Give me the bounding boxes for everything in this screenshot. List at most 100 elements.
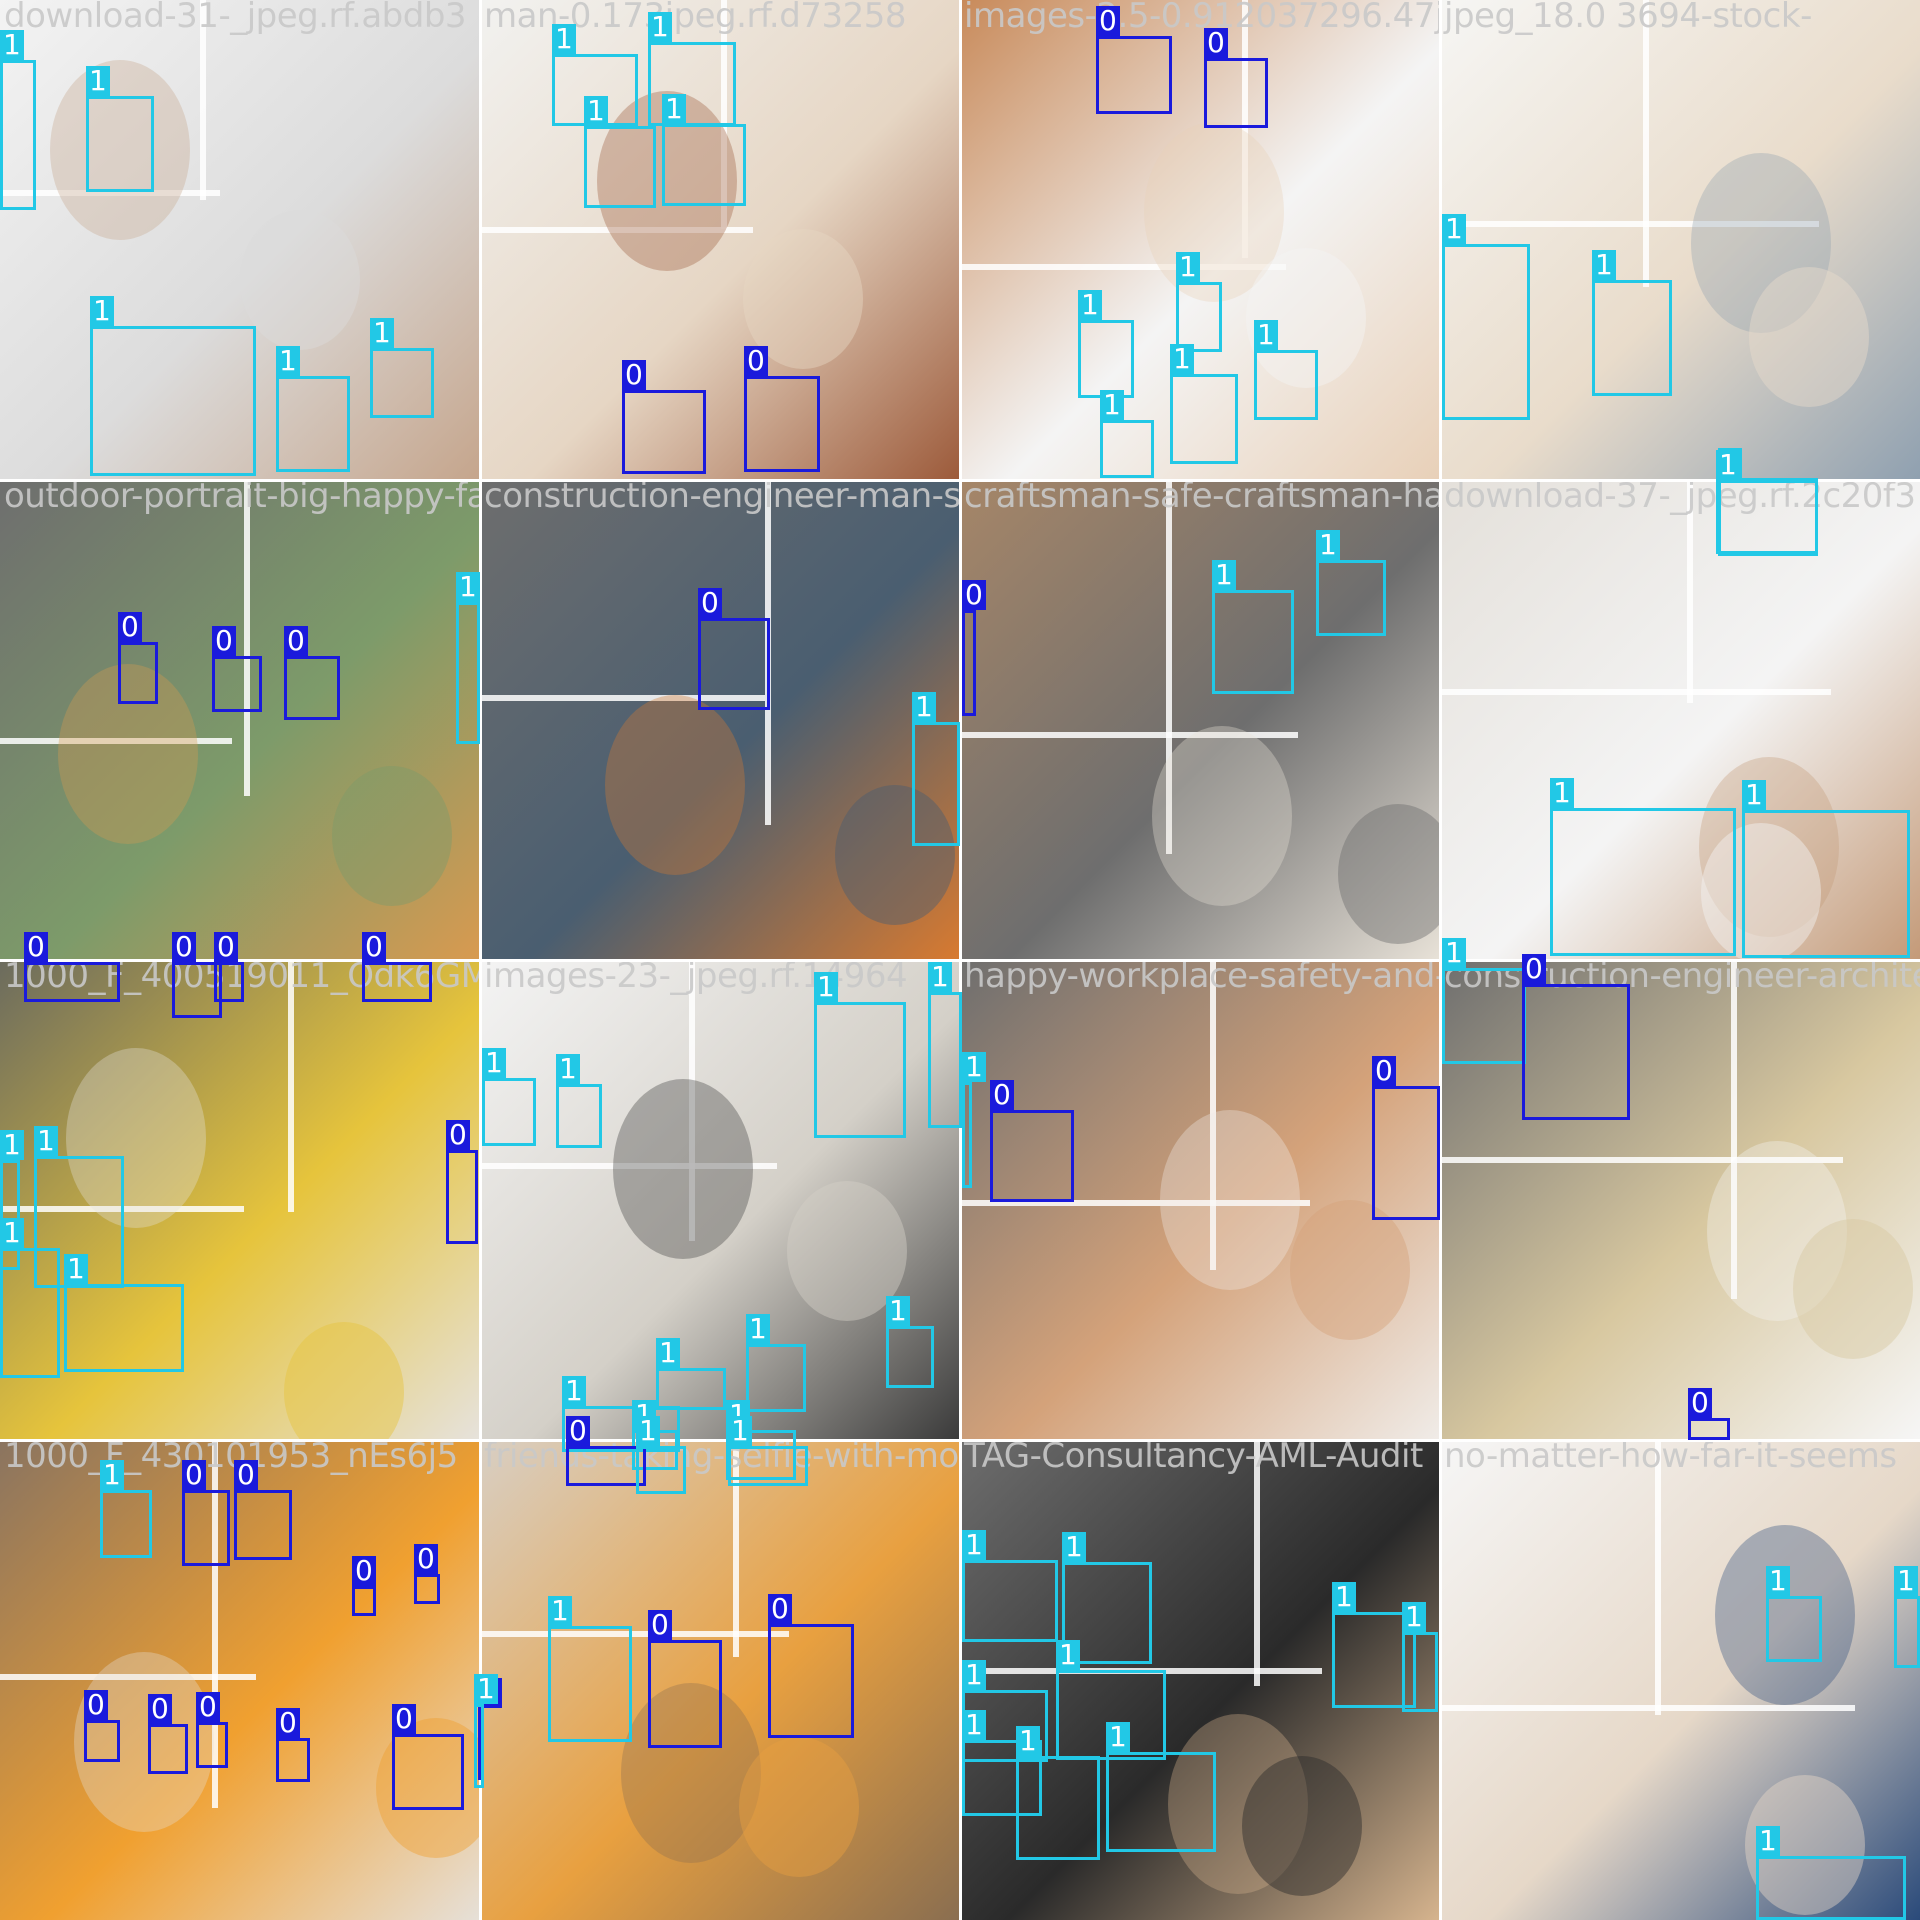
class-label: 0 [118,612,142,642]
class-label: 0 [414,1544,438,1574]
face-bounding-box [456,602,480,744]
class-label: 1 [1894,1566,1918,1596]
face-bounding-box [1894,1596,1920,1668]
face-bounding-box [1550,808,1736,956]
face-bounding-box [0,60,36,210]
face-bounding-box [1016,1756,1100,1860]
class-label: 1 [1442,214,1466,244]
face-bounding-box [1254,350,1318,420]
hardhat-bounding-box [234,1490,292,1560]
hardhat-bounding-box [698,618,770,710]
class-label: 0 [1204,28,1228,58]
face-bounding-box [474,1704,484,1788]
class-label: 0 [84,1690,108,1720]
hardhat-bounding-box [1688,1418,1730,1440]
hardhat-bounding-box [84,1720,120,1762]
face-bounding-box [636,1446,686,1494]
hardhat-bounding-box [362,962,432,1002]
hardhat-bounding-box [392,1734,464,1810]
hardhat-bounding-box [1522,984,1630,1120]
mosaic-tile: no-matter-how-far-it-seems [1440,1440,1920,1920]
class-label: 1 [34,1126,58,1156]
mosaic-tile: outdoor-portrait-big-happy-family-outdoo… [0,480,480,960]
class-label: 1 [90,296,114,326]
face-bounding-box [1742,810,1910,958]
face-bounding-box [584,126,656,208]
class-label: 1 [636,1416,660,1446]
class-label: 0 [446,1120,470,1150]
face-bounding-box [1078,320,1134,398]
class-label: 1 [1742,780,1766,810]
hardhat-bounding-box [148,1724,188,1774]
class-label: 1 [912,692,936,722]
class-label: 0 [392,1704,416,1734]
class-label: 0 [172,932,196,962]
class-label: 0 [276,1708,300,1738]
hardhat-bounding-box [1204,58,1268,128]
class-label: 1 [0,30,24,60]
face-bounding-box [1756,1856,1906,1920]
mosaic-grid: download-31-_jpeg.rf.abdb3 man-0.173jpeg.… [0,0,1920,1920]
face-bounding-box [276,376,350,472]
face-bounding-box [1106,1752,1216,1852]
class-label: 0 [698,588,722,618]
hardhat-bounding-box [962,610,976,716]
class-label: 0 [1372,1056,1396,1086]
face-bounding-box [1766,1596,1822,1662]
face-bounding-box [1592,280,1672,396]
class-label: 1 [728,1416,752,1446]
hardhat-bounding-box [182,1490,230,1566]
class-label: 1 [276,346,300,376]
class-label: 1 [1716,450,1740,480]
hardhat-bounding-box [566,1446,646,1486]
face-bounding-box [1716,480,1818,554]
face-bounding-box [90,326,256,476]
face-bounding-box [0,1248,60,1378]
class-label: 0 [362,932,386,962]
class-label: 0 [214,932,238,962]
class-label: 1 [1170,344,1194,374]
class-label: 1 [1550,778,1574,808]
class-label: 1 [1316,530,1340,560]
class-label: 0 [24,932,48,962]
class-label: 1 [0,1218,24,1248]
class-label: 1 [962,1052,986,1082]
face-bounding-box [1170,374,1238,464]
class-label: 1 [474,1674,498,1704]
class-label: 0 [744,346,768,376]
class-label: 0 [196,1692,220,1722]
face-bounding-box [1442,968,1526,1064]
face-bounding-box [1402,1632,1438,1712]
class-label: 1 [482,1048,506,1078]
hardhat-bounding-box [196,1722,228,1768]
face-bounding-box [64,1284,184,1372]
class-label: 1 [1766,1566,1790,1596]
class-label: 0 [352,1556,376,1586]
tile-photo [480,480,960,960]
face-bounding-box [482,1078,536,1146]
face-bounding-box [928,992,962,1128]
tile-photo [1440,1440,1920,1920]
face-bounding-box [100,1490,152,1558]
face-bounding-box [746,1344,806,1412]
class-label: 1 [662,94,686,124]
face-bounding-box [814,1002,906,1138]
face-bounding-box [1100,420,1154,478]
tile-divider [0,1439,1920,1442]
hardhat-bounding-box [648,1640,722,1748]
hardhat-bounding-box [352,1586,376,1616]
class-label: 0 [566,1416,590,1446]
class-label: 0 [212,626,236,656]
class-label: 1 [64,1254,88,1284]
hardhat-bounding-box [744,376,820,472]
face-bounding-box [370,348,434,418]
hardhat-bounding-box [214,962,244,1002]
class-label: 1 [1756,1826,1780,1856]
class-label: 1 [456,572,480,602]
class-label: 0 [648,1610,672,1640]
hardhat-bounding-box [446,1150,478,1244]
class-label: 1 [814,972,838,1002]
face-bounding-box [548,1626,632,1742]
class-label: 1 [1402,1602,1426,1632]
class-label: 0 [990,1080,1014,1110]
